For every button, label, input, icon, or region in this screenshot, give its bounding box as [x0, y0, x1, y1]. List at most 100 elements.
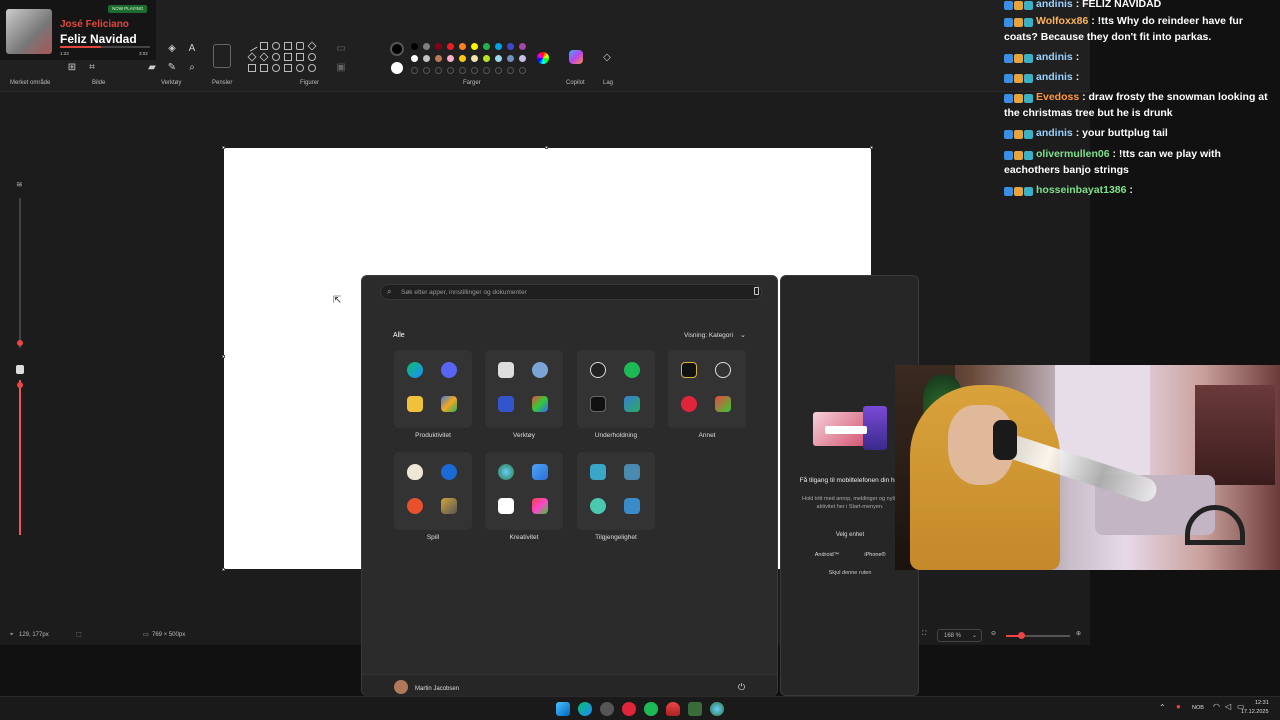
layers-icon[interactable]: ◇ — [601, 52, 613, 64]
chat-username[interactable]: Evedoss — [1036, 91, 1082, 103]
zoom-out-icon[interactable]: ⊖ — [991, 630, 996, 637]
chat-username[interactable]: Wolfoxx86 — [1036, 15, 1091, 27]
copilot-icon[interactable] — [569, 50, 583, 64]
folder-games[interactable] — [394, 452, 472, 530]
android-button[interactable]: Android™ — [805, 549, 849, 561]
iphone-button[interactable]: iPhone® — [853, 549, 897, 561]
chat-message: andinis : — [1004, 69, 1279, 85]
chat-username[interactable]: andinis — [1036, 51, 1076, 63]
browser-taskbar-icon[interactable] — [710, 702, 724, 716]
color-swatch[interactable] — [423, 55, 430, 62]
tray-chevron-icon[interactable]: ⌃ — [1159, 703, 1166, 712]
size-thumb[interactable] — [17, 340, 23, 346]
chat-username[interactable]: andinis — [1036, 127, 1076, 139]
color-swatch[interactable] — [507, 43, 514, 50]
color-primary[interactable] — [390, 42, 404, 56]
chat-text: : your buttplug tail — [1075, 127, 1168, 139]
edge-taskbar-icon[interactable] — [578, 702, 592, 716]
opera-taskbar-icon[interactable] — [622, 702, 636, 716]
live-captions-icon — [590, 498, 606, 514]
search-input[interactable]: Søk etter apper, innstillinger og dokume… — [401, 289, 527, 296]
color-swatch[interactable] — [435, 55, 442, 62]
color-swatches-custom[interactable] — [411, 67, 531, 75]
brush-size-slider[interactable]: ≋ — [12, 180, 28, 540]
user-name[interactable]: Martin Jacobsen — [415, 686, 459, 692]
chat-message: Wolfoxx86 : !tts Why do reindeer have fu… — [1004, 13, 1279, 45]
opacity-thumb[interactable] — [17, 382, 23, 388]
color-swatch[interactable] — [447, 55, 454, 62]
lock-icon[interactable] — [16, 365, 24, 374]
color-swatch[interactable] — [423, 43, 430, 50]
fill-style-icon[interactable]: ▣ — [335, 62, 347, 74]
clock-time[interactable]: 12:31 — [1255, 700, 1269, 706]
games-group-icon — [441, 498, 457, 514]
folder-entertainment[interactable] — [577, 350, 655, 428]
language-indicator[interactable]: NOB — [1192, 705, 1204, 711]
color-swatch[interactable] — [411, 55, 418, 62]
chat-username[interactable]: hosseinbayat1386 — [1036, 184, 1129, 196]
color-swatches-row1[interactable] — [411, 43, 531, 53]
color-secondary[interactable] — [391, 62, 403, 74]
crop-icon[interactable]: ⌗ — [86, 62, 98, 74]
magnifier-icon[interactable]: ⌕ — [186, 62, 198, 74]
obs-taskbar-icon[interactable] — [600, 702, 614, 716]
color-swatch[interactable] — [471, 43, 478, 50]
folder-creativity[interactable] — [485, 452, 563, 530]
select-icon[interactable]: ⊞ — [66, 62, 78, 74]
edit-colors-icon[interactable] — [537, 52, 549, 64]
folder-tools[interactable] — [485, 350, 563, 428]
folder-productivity[interactable] — [394, 350, 472, 428]
track-progress-bar — [60, 46, 150, 48]
color-swatch[interactable] — [519, 55, 526, 62]
color-swatch[interactable] — [471, 55, 478, 62]
color-swatch[interactable] — [447, 43, 454, 50]
color-swatch[interactable] — [435, 43, 442, 50]
folder-other[interactable] — [668, 350, 746, 428]
phone-link-icon[interactable] — [754, 287, 759, 295]
start-button[interactable] — [556, 702, 570, 716]
zoom-slider[interactable] — [1006, 632, 1070, 639]
zoom-in-icon[interactable]: ⊕ — [1076, 630, 1081, 637]
photos-icon — [532, 464, 548, 480]
zoom-thumb[interactable] — [1018, 632, 1025, 639]
clock-date[interactable]: 17.12.2025 — [1241, 709, 1269, 715]
eraser-icon[interactable]: ▰ — [146, 62, 158, 74]
color-swatch[interactable] — [495, 43, 502, 50]
color-swatch[interactable] — [483, 43, 490, 50]
chat-username[interactable]: olivermullen06 — [1036, 148, 1112, 160]
fill-icon[interactable]: ◈ — [166, 43, 178, 55]
folder-accessibility[interactable] — [577, 452, 655, 530]
mouse-cursor-icon: ⇱ — [333, 295, 342, 306]
chat-username[interactable]: andinis — [1036, 71, 1076, 83]
brush-button[interactable] — [213, 44, 231, 68]
avatar[interactable] — [394, 680, 408, 694]
color-swatch[interactable] — [459, 43, 466, 50]
fit-screen-icon[interactable]: ⛶ — [922, 631, 926, 638]
color-swatch[interactable] — [519, 43, 526, 50]
zoom-dropdown[interactable]: 168 % ⌄ — [937, 629, 982, 642]
color-swatch[interactable] — [483, 55, 490, 62]
paint-taskbar-icon[interactable] — [666, 702, 680, 716]
color-picker-icon[interactable]: ✎ — [166, 62, 178, 74]
view-dropdown[interactable]: Visning: Kategori — [684, 332, 733, 339]
start-search[interactable]: ⌕ Søk etter apper, innstillinger og doku… — [380, 284, 762, 300]
chat-badges — [1004, 52, 1036, 64]
spotify-taskbar-icon[interactable] — [644, 702, 658, 716]
track-progress-fill — [60, 46, 101, 48]
hide-pane-link[interactable]: Skjul denne ruten — [791, 570, 909, 576]
mic-icon[interactable]: ● — [1176, 702, 1181, 711]
text-icon[interactable]: A — [186, 43, 198, 55]
color-swatch[interactable] — [495, 55, 502, 62]
power-icon[interactable]: ⏻ — [738, 682, 745, 693]
outline-icon[interactable]: ▭ — [335, 43, 347, 55]
chat-username[interactable]: andinis — [1036, 0, 1076, 10]
app-taskbar-icon[interactable] — [688, 702, 702, 716]
shapes-gallery[interactable] — [246, 40, 326, 76]
wifi-icon[interactable]: ◠ — [1213, 702, 1220, 711]
color-swatches-row2[interactable] — [411, 55, 531, 65]
volume-icon[interactable]: ◁ — [1225, 702, 1231, 711]
color-swatch[interactable] — [507, 55, 514, 62]
color-swatch[interactable] — [411, 43, 418, 50]
webcam-feed — [895, 365, 1280, 570]
color-swatch[interactable] — [459, 55, 466, 62]
